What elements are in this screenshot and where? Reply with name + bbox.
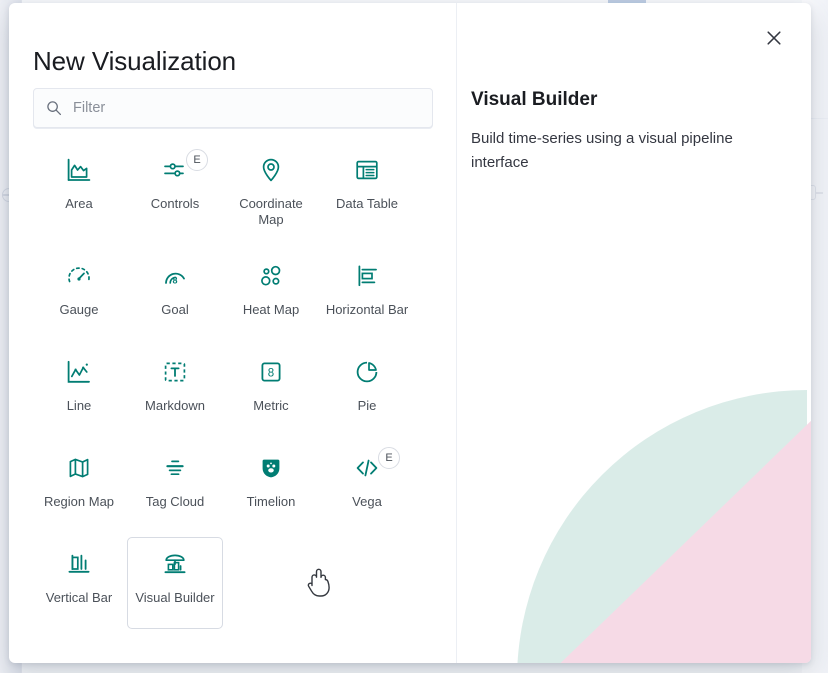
visualization-type-label: Vertical Bar: [45, 590, 113, 605]
filter-field[interactable]: [33, 88, 433, 128]
detail-description: Build time-series using a visual pipelin…: [471, 130, 733, 171]
visualization-type-label: Metric: [253, 398, 289, 413]
markdown-text-icon: [159, 356, 191, 388]
visualization-type-card-line[interactable]: Line: [31, 345, 127, 429]
decorative-mint-quarter-circle: [517, 390, 807, 663]
visualization-type-card-pie[interactable]: Pie: [319, 345, 415, 429]
visualization-type-label: Gauge: [59, 302, 99, 317]
visualization-type-card-vega[interactable]: E Vega: [319, 441, 415, 525]
visualization-type-label: Visual Builder: [135, 590, 215, 605]
visualization-type-label: Heat Map: [242, 302, 300, 317]
visualization-type-card-metric[interactable]: 8 Metric: [223, 345, 319, 429]
pie-chart-icon: [351, 356, 383, 388]
visualization-type-card-coordinate-map[interactable]: Coordinate Map: [223, 143, 319, 237]
timelion-bear-icon: [255, 452, 287, 484]
visualization-detail-panel: Visual Builder Build time-series using a…: [471, 89, 789, 175]
search-icon: [46, 100, 62, 116]
visualization-type-label: Region Map: [43, 494, 115, 509]
visualization-type-card-timelion[interactable]: Timelion: [223, 441, 319, 525]
visualization-type-label: Goal: [161, 302, 189, 317]
visualization-type-card-gauge[interactable]: Gauge: [31, 249, 127, 333]
svg-text:8: 8: [172, 275, 177, 285]
table-icon: [351, 154, 383, 186]
visualization-type-label: Area: [65, 196, 93, 211]
heatmap-dots-icon: [255, 260, 287, 292]
metric-number-icon: 8: [255, 356, 287, 388]
visualization-type-card-vertical-bar[interactable]: Vertical Bar: [31, 537, 127, 629]
gauge-icon: [63, 260, 95, 292]
map-pin-icon: [255, 154, 287, 186]
visualization-type-label: Coordinate Map: [239, 196, 303, 227]
visualization-type-card-horizontal-bar[interactable]: Horizontal Bar: [319, 249, 415, 333]
visualization-type-card-controls[interactable]: E Controls: [127, 143, 223, 237]
visualization-type-card-area[interactable]: Area: [31, 143, 127, 237]
detail-title: Visual Builder: [471, 89, 598, 110]
experimental-badge: E: [378, 447, 400, 469]
page-title: New Visualization: [33, 46, 237, 77]
close-icon-button[interactable]: [761, 25, 787, 51]
visualization-type-label: Controls: [150, 196, 200, 211]
visualization-type-label: Horizontal Bar: [325, 302, 409, 317]
visualization-type-label: Line: [66, 398, 92, 413]
visualization-type-label: Markdown: [145, 398, 205, 413]
panel-divider: [456, 3, 457, 663]
line-chart-icon: [63, 356, 95, 388]
visualization-type-card-goal[interactable]: 8 Goal: [127, 249, 223, 333]
horizontal-bar-icon: [351, 260, 383, 292]
svg-text:8: 8: [268, 367, 274, 379]
visualization-type-label: Timelion: [246, 494, 296, 509]
goal-icon: 8: [159, 260, 191, 292]
tag-cloud-icon: [159, 452, 191, 484]
visualization-type-card-visual-builder[interactable]: Visual Builder: [127, 537, 223, 629]
visualization-type-card-data-table[interactable]: Data Table: [319, 143, 415, 237]
close-icon: [767, 31, 781, 45]
visual-builder-icon: [159, 548, 191, 580]
decorative-pink-triangle: [543, 390, 811, 663]
visualization-type-card-markdown[interactable]: Markdown: [127, 345, 223, 429]
filter-input[interactable]: [71, 99, 420, 117]
visualization-type-label: Vega: [352, 494, 382, 509]
visualization-type-card-tag-cloud[interactable]: Tag Cloud: [127, 441, 223, 525]
visualization-type-label: Data Table: [336, 196, 398, 211]
visualization-type-card-region-map[interactable]: Region Map: [31, 441, 127, 525]
area-chart-icon: [63, 154, 95, 186]
vertical-bar-icon: [63, 548, 95, 580]
visualization-type-label: Tag Cloud: [145, 494, 205, 509]
new-visualization-modal: New Visualization Area E Controls Coordinat…: [9, 3, 811, 663]
visualization-type-grid: Area E Controls Coordinate Map Data Table Gau…: [31, 143, 443, 641]
experimental-badge: E: [186, 149, 208, 171]
filter-field-wrapper: [33, 88, 433, 128]
visualization-type-label: Pie: [357, 398, 377, 413]
region-map-icon: [63, 452, 95, 484]
visualization-type-card-heat-map[interactable]: Heat Map: [223, 249, 319, 333]
